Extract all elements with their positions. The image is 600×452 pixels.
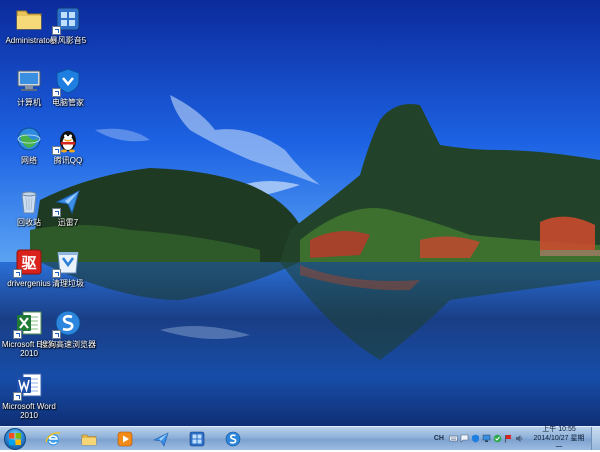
desktop-icon-pc-manager[interactable]: 电脑管家 xyxy=(39,66,97,107)
desktop-icon-label: 电脑管家 xyxy=(52,98,84,107)
storm-player-icon xyxy=(52,4,83,35)
flag-icon[interactable] xyxy=(504,434,513,443)
shortcut-arrow-icon xyxy=(13,330,22,339)
shortcut-arrow-icon xyxy=(13,392,22,401)
start-button[interactable] xyxy=(4,428,26,450)
file-explorer-icon xyxy=(81,434,97,446)
network-icon[interactable] xyxy=(482,434,491,443)
desktop-icon-storm-player[interactable]: 暴风影音5 xyxy=(39,4,97,45)
desktop-icon-label: 迅雷7 xyxy=(57,218,79,227)
storm-player-icon xyxy=(189,431,205,447)
cleanup-icon xyxy=(52,247,83,278)
desktop-icon-label: 搜狗高速浏览器 xyxy=(40,340,96,349)
ime-indicator[interactable]: CH xyxy=(434,435,444,442)
taskbar-pin-media-player[interactable] xyxy=(110,429,140,449)
thunder-icon xyxy=(153,432,169,447)
desktop-icon-word[interactable]: Microsoft Word 2010 xyxy=(0,370,58,420)
windows-start-icon xyxy=(9,433,21,445)
desktop-icon-cleanup[interactable]: 清理垃圾 xyxy=(39,247,97,288)
taskbar: CH 上午 10:55 2014/10/27 星期一 xyxy=(0,425,600,452)
desktop-icon-label: 清理垃圾 xyxy=(52,279,84,288)
keyboard-icon[interactable] xyxy=(449,434,458,443)
desktop-icon-thunder[interactable]: 迅雷7 xyxy=(39,186,97,227)
desktop-icon-qq[interactable]: 腾讯QQ xyxy=(39,124,97,165)
shortcut-arrow-icon xyxy=(52,269,61,278)
internet-explorer-icon xyxy=(45,432,61,446)
desktop-icon-label: Microsoft Word 2010 xyxy=(2,402,56,420)
shortcut-arrow-icon xyxy=(52,26,61,35)
word-icon xyxy=(13,370,44,401)
pc-manager-icon xyxy=(52,66,83,97)
shortcut-arrow-icon xyxy=(52,88,61,97)
sogou-browser-icon xyxy=(225,431,241,447)
shortcut-arrow-icon xyxy=(52,208,61,217)
svg-text:驱: 驱 xyxy=(21,254,36,272)
clock-time: 上午 10:55 xyxy=(542,426,576,433)
security-icon[interactable] xyxy=(493,434,502,443)
taskbar-pin-thunder[interactable] xyxy=(146,429,176,449)
volume-icon[interactable] xyxy=(515,434,524,443)
thunder-icon xyxy=(52,186,83,217)
desktop-icon-label: 暴风影音5 xyxy=(49,36,87,45)
clock-date: 2014/10/27 星期一 xyxy=(533,435,585,451)
qq-icon xyxy=(52,124,83,155)
show-desktop-button[interactable] xyxy=(591,427,600,450)
taskbar-pin-file-explorer[interactable] xyxy=(74,429,104,449)
system-tray: CH 上午 10:55 2014/10/27 星期一 xyxy=(434,425,600,452)
sogou-browser-icon xyxy=(52,308,83,339)
taskbar-pin-storm-player[interactable] xyxy=(182,429,212,449)
clock[interactable]: 上午 10:55 2014/10/27 星期一 xyxy=(531,425,587,452)
shortcut-arrow-icon xyxy=(52,330,61,339)
taskbar-pin-internet-explorer[interactable] xyxy=(38,429,68,449)
shortcut-arrow-icon xyxy=(52,146,61,155)
shortcut-arrow-icon xyxy=(13,269,22,278)
taskbar-pin-sogou-browser[interactable] xyxy=(218,429,248,449)
desktop-icon-sogou-browser[interactable]: 搜狗高速浏览器 xyxy=(39,308,97,349)
shield-icon[interactable] xyxy=(471,434,480,443)
action-center-icon[interactable] xyxy=(460,434,469,443)
desktop[interactable]: Administrator 暴风影音5 计算机 电脑管家 网络 腾讯QQ 回收站… xyxy=(0,0,600,426)
desktop-icon-label: 腾讯QQ xyxy=(53,156,83,165)
media-player-icon xyxy=(117,431,133,447)
